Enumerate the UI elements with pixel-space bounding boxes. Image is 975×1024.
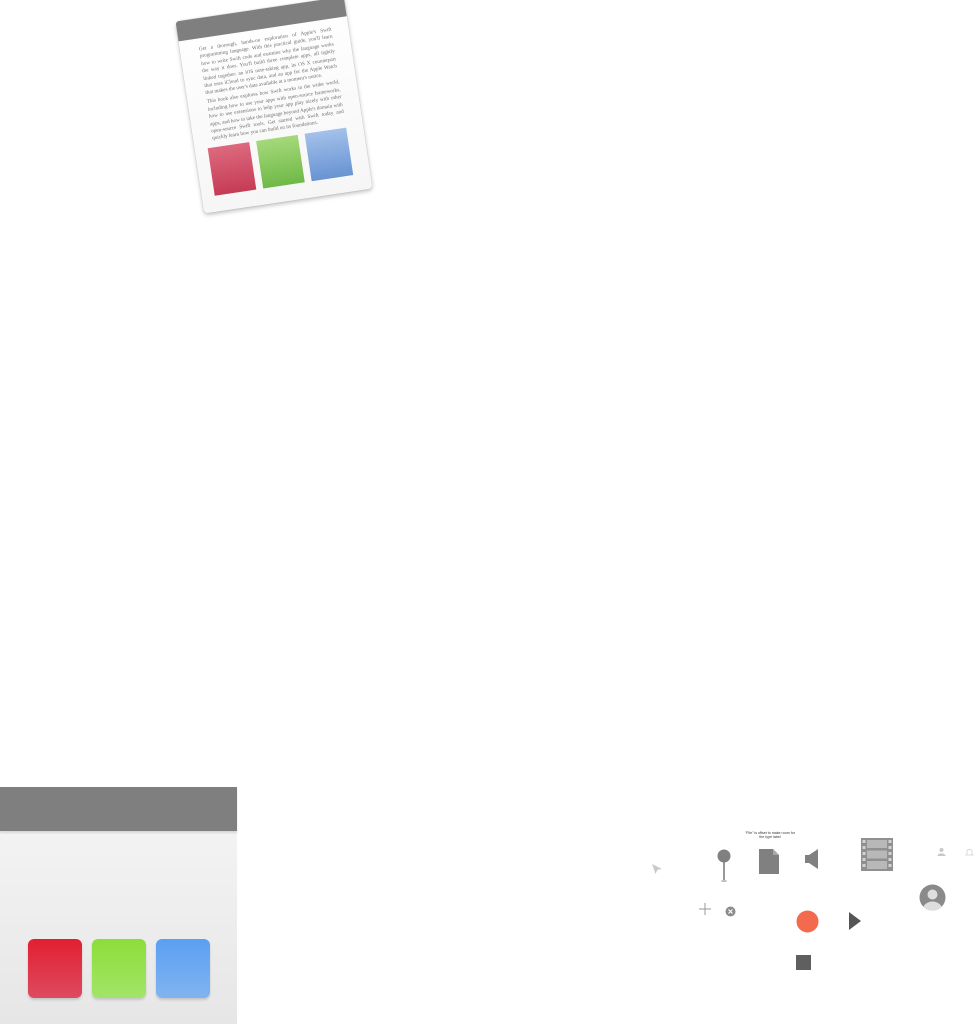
- play-icon[interactable]: [848, 911, 862, 931]
- window-preview: [0, 787, 237, 1024]
- window-header-bar: [0, 787, 237, 831]
- stop-icon[interactable]: [796, 955, 811, 970]
- document-thumbnail: Get a thorough, hands-on exploration of …: [175, 0, 373, 214]
- color-tile-green: [92, 939, 146, 998]
- file-icon[interactable]: [758, 848, 780, 875]
- file-icon-note: "File" is offset to make room for the ty…: [745, 831, 795, 840]
- document-swatch-green: [256, 134, 305, 189]
- pointer-icon: [652, 864, 662, 874]
- document-body-text: Get a thorough, hands-on exploration of …: [199, 27, 346, 145]
- bell-icon: [965, 848, 974, 856]
- color-tile-blue: [156, 939, 210, 998]
- document-swatch-blue: [304, 127, 354, 182]
- avatar-icon[interactable]: [919, 884, 946, 911]
- pin-icon[interactable]: [716, 848, 732, 884]
- color-tile-red: [28, 939, 82, 998]
- document-swatch-red: [207, 142, 257, 196]
- record-icon[interactable]: [796, 910, 819, 933]
- add-icon[interactable]: [698, 902, 712, 916]
- speaker-icon[interactable]: [804, 848, 820, 870]
- clear-icon[interactable]: [725, 906, 736, 917]
- film-icon[interactable]: [861, 838, 893, 871]
- person-small-icon: [937, 848, 946, 856]
